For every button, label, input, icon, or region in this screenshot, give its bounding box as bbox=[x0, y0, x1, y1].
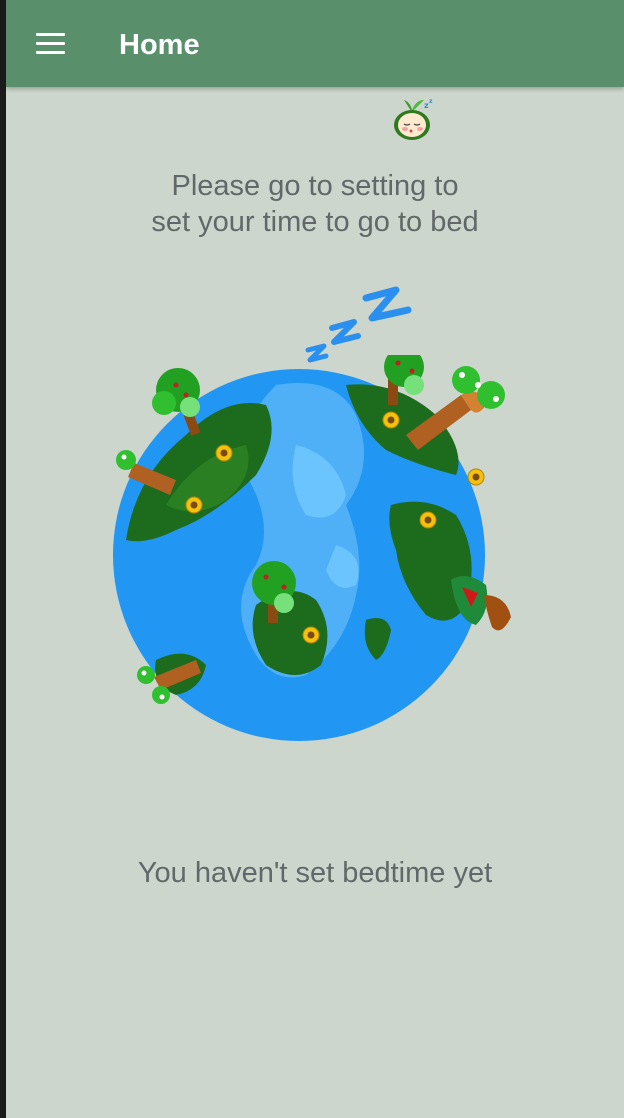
hamburger-menu-icon[interactable] bbox=[28, 24, 72, 64]
prompt-line-2: set your time to go to bed bbox=[151, 206, 479, 238]
bedtime-status-text: You haven't set bedtime yet bbox=[137, 857, 493, 889]
bedtime-setup-prompt: Please go to setting to set your time to… bbox=[6, 168, 624, 240]
app-bar: Home bbox=[6, 0, 624, 87]
prompt-line-1: Please go to setting to bbox=[171, 170, 459, 202]
svg-text:z: z bbox=[429, 98, 433, 105]
page-title: Home bbox=[119, 29, 200, 61]
home-screen: Home z z Please go to setting to set you… bbox=[6, 0, 624, 1118]
sleeping-seedling-mascot-icon: z z bbox=[394, 98, 433, 140]
sleeping-earth-illustration bbox=[113, 355, 511, 741]
